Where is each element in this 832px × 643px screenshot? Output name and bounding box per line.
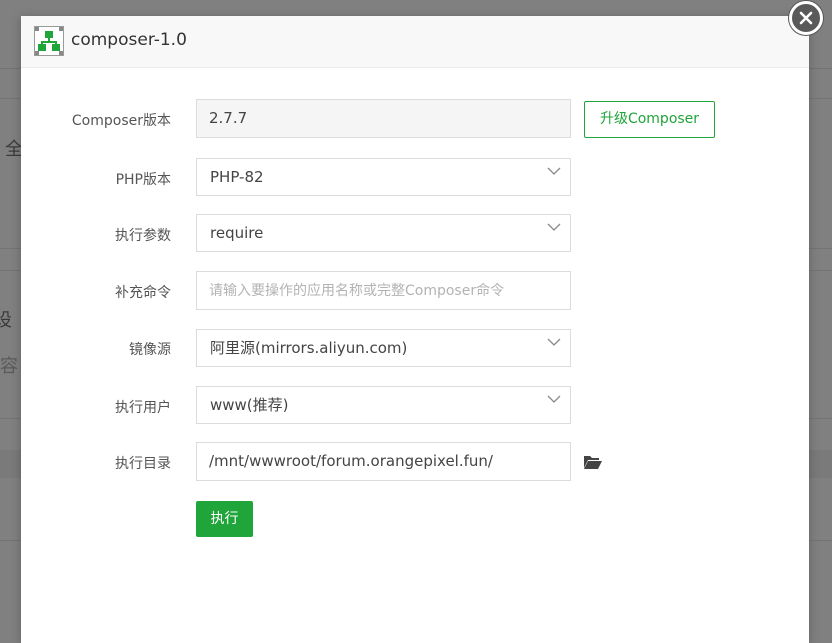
close-button[interactable] <box>789 1 823 35</box>
chevron-down-icon <box>547 395 561 403</box>
extra-command-label: 补充命令 <box>115 285 171 301</box>
folder-open-icon[interactable] <box>583 454 603 474</box>
close-icon <box>799 11 813 25</box>
exec-params-select[interactable]: require <box>196 214 571 252</box>
mirror-label: 镜像源 <box>129 342 171 358</box>
exec-params-label: 执行参数 <box>115 228 171 244</box>
dialog-header: composer-1.0 <box>21 16 809 68</box>
execute-button[interactable]: 执行 <box>196 501 253 537</box>
composer-dialog: composer-1.0 Composer版本 2.7.7 升级Composer… <box>21 16 809 643</box>
exec-params-value: require <box>210 224 264 242</box>
chevron-down-icon <box>547 167 561 175</box>
php-version-select[interactable]: PHP-82 <box>196 158 571 196</box>
background-text: 设 <box>0 310 12 331</box>
background-text: 容 <box>0 356 18 377</box>
composer-version-field: 2.7.7 <box>196 99 571 138</box>
exec-user-value: www(推荐) <box>210 396 289 414</box>
mirror-select[interactable]: 阿里源(mirrors.aliyun.com) <box>196 329 571 367</box>
mirror-value: 阿里源(mirrors.aliyun.com) <box>210 339 408 357</box>
chevron-down-icon <box>547 338 561 346</box>
sitemap-icon <box>34 26 64 56</box>
exec-dir-label: 执行目录 <box>115 456 171 472</box>
php-version-value: PHP-82 <box>210 168 264 186</box>
dialog-title: composer-1.0 <box>71 30 187 50</box>
exec-dir-input[interactable]: /mnt/wwwroot/forum.orangepixel.fun/ <box>196 442 571 481</box>
upgrade-composer-button[interactable]: 升级Composer <box>584 101 715 138</box>
exec-user-select[interactable]: www(推荐) <box>196 386 571 424</box>
extra-command-input[interactable] <box>196 271 571 310</box>
php-version-label: PHP版本 <box>115 172 171 188</box>
chevron-down-icon <box>547 223 561 231</box>
exec-user-label: 执行用户 <box>115 400 171 416</box>
composer-version-label: Composer版本 <box>71 113 171 129</box>
